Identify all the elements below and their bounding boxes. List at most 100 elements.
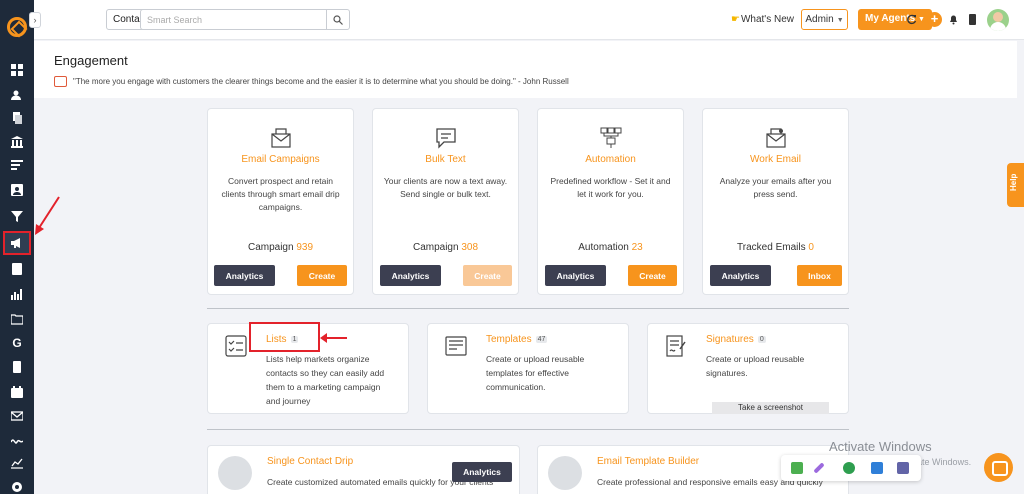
search-button[interactable] [326,9,350,30]
metric-value: 308 [461,242,479,253]
template-builder-icon [548,456,582,490]
card-description: Analyze your emails after you press send… [719,176,832,199]
admin-label: Admin [805,14,834,25]
analytics-button[interactable]: Analytics [545,265,606,286]
contacts-icon[interactable] [5,85,29,105]
smart-search-input[interactable]: Smart Search [140,9,327,30]
work-email-card: Work Email Analyze your emails after you… [702,108,849,295]
activate-windows-title: Activate Windows [829,439,932,454]
page-quote: "The more you engage with customers the … [73,77,569,86]
engagement-megaphone-icon[interactable] [3,231,31,255]
teams-icon[interactable] [897,462,909,474]
single-contact-drip-card[interactable]: Single Contact Drip Create customized au… [207,445,520,494]
top-bar: Contact ▼ Smart Search ☛What's New Admin… [34,0,1024,40]
arrow-left-icon [320,333,347,343]
add-plus-icon[interactable]: + [927,12,942,27]
whats-new-label: What's New [740,14,795,25]
signatures-card[interactable]: Signatures 0 Create or upload reusable si… [647,323,849,414]
google-icon[interactable]: G [5,333,29,353]
create-button[interactable]: Create [297,265,347,286]
reports-chart-icon[interactable] [5,284,29,304]
checklist-icon [225,335,247,357]
templates-title: Templates 47 [486,334,548,345]
recycle-icon[interactable] [843,462,855,474]
bottom-card-title: Email Template Builder [597,456,700,467]
analytics-line-icon[interactable] [5,453,29,473]
analytics-button[interactable]: Analytics [214,265,275,286]
chat-launcher-button[interactable] [984,453,1013,482]
document-icon[interactable] [5,357,29,377]
app-logo[interactable] [7,17,27,37]
pen-icon[interactable] [813,462,825,474]
automation-card: Automation Predefined workflow - Set it … [537,108,684,295]
drip-email-icon [218,456,252,490]
analytics-button[interactable]: Analytics [452,462,512,482]
windows-logo-icon[interactable] [871,462,883,474]
workflow-icon [600,127,621,148]
calendar-icon[interactable] [5,382,29,402]
hand-pointer-icon: ☛ [731,14,740,25]
filter-icon[interactable] [5,206,29,226]
create-button[interactable]: Create [628,265,677,286]
take-screenshot-button[interactable]: Take a screenshot [712,402,829,414]
templates-card[interactable]: Templates 47 Create or upload reusable te… [427,323,629,414]
inbox-button[interactable]: Inbox [797,265,842,286]
database-icon[interactable] [5,259,29,279]
envelope-quote-icon [54,76,67,87]
documents-icon[interactable] [5,108,29,128]
email-campaigns-card: Email Campaigns Convert prospect and ret… [207,108,354,295]
signature-icon[interactable] [5,430,29,450]
help-label: Help [1009,173,1018,191]
description-line: Create or upload reusable [706,354,805,364]
card-description: Your clients are now a text away. Send s… [383,176,508,199]
tool-title: Templates [486,334,532,345]
description-line: signatures. [706,368,748,378]
chevron-down-icon: ▼ [836,17,844,24]
email-campaign-icon [270,128,291,148]
work-email-icon [765,128,786,148]
dashboard-icon[interactable] [5,60,29,80]
metric-value: 23 [631,242,643,253]
metric-label: Tracked Emails [737,242,806,253]
engagement-header: Engagement "The more you engage with cus… [34,41,1017,98]
bank-icon[interactable] [5,132,29,152]
refresh-icon[interactable] [906,14,917,25]
create-button[interactable]: Create [463,265,512,286]
user-avatar[interactable] [987,9,1009,31]
browser-extension-tray [781,455,921,481]
metric-label: Campaign [247,242,294,253]
count-badge: 0 [757,336,766,343]
description-line: Create or upload reusable [486,354,585,364]
settings-gear-icon[interactable] [5,477,29,494]
card-title: Automation [585,154,636,165]
tool-description: Lists help markets organize contacts so … [266,352,384,408]
shield-check-icon[interactable] [791,462,803,474]
metric-value: 939 [296,242,314,253]
bulk-text-card: Bulk Text Your clients are now a text aw… [372,108,519,295]
my-agents-button[interactable]: My Agents ▼ [858,9,932,30]
sidebar: G [0,0,34,494]
lists-highlight-box [249,322,320,352]
card-description: Predefined workflow - Set it and let it … [550,176,671,199]
section-divider [207,429,849,430]
folder-icon[interactable] [5,309,29,329]
description-line: communication. [486,382,546,392]
section-divider [207,308,849,309]
card-title: Bulk Text [425,154,466,165]
template-icon [445,336,467,356]
signature-document-icon [666,335,686,357]
analytics-button[interactable]: Analytics [710,265,771,286]
bottom-card-title: Single Contact Drip [267,456,354,467]
contact-card-icon[interactable] [5,180,29,200]
metric-value: 0 [808,242,814,253]
database-icon[interactable] [967,14,978,25]
mail-icon[interactable] [5,406,29,426]
analytics-button[interactable]: Analytics [380,265,441,286]
sidebar-collapse-button[interactable]: › [29,12,41,28]
card-title: Work Email [750,154,801,165]
admin-dropdown[interactable]: Admin ▼ [801,9,848,30]
notification-bell-icon[interactable] [948,14,959,25]
list-icon[interactable] [5,155,29,175]
whats-new-link[interactable]: ☛What's New [731,14,794,25]
help-tab[interactable]: Help [1007,163,1024,207]
